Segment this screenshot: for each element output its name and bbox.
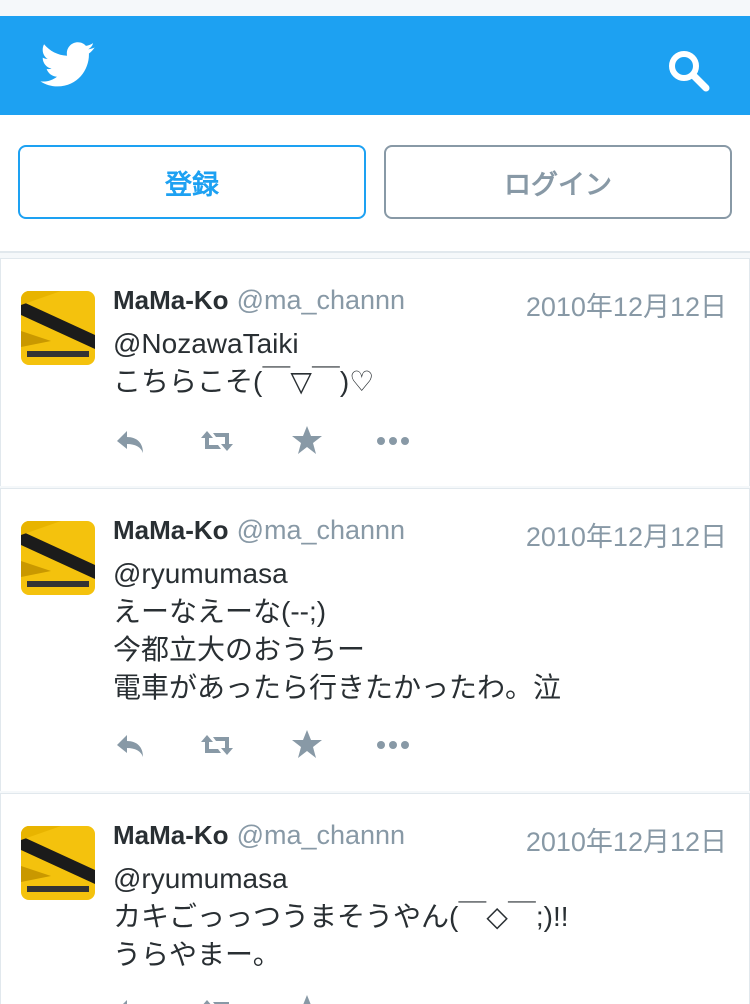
- favorite-star-icon[interactable]: [289, 423, 325, 459]
- tweet-line[interactable]: @NozawaTaiki: [113, 325, 729, 363]
- tweet-date[interactable]: 2010年12月12日: [526, 820, 727, 859]
- tweet-text: @ryumumasa えーなえーな(--;) 今都立大のおうちー 電車があったら…: [113, 555, 729, 707]
- retweet-icon[interactable]: [199, 992, 235, 1004]
- tweet-line: うらやまー。: [113, 939, 281, 970]
- retweet-icon[interactable]: [199, 423, 235, 459]
- reply-icon[interactable]: [113, 423, 149, 459]
- tweet-actions: [113, 992, 433, 1004]
- top-strip: [0, 0, 750, 16]
- reply-icon[interactable]: [113, 727, 149, 763]
- author-name[interactable]: MaMa-Ko: [113, 285, 229, 315]
- author-name[interactable]: MaMa-Ko: [113, 515, 229, 545]
- tweet-text: @NozawaTaiki こちらこそ(￣▽￣)♡: [113, 325, 729, 401]
- retweet-icon[interactable]: [199, 727, 235, 763]
- tweet-line: えーなえーな(--;): [113, 596, 327, 627]
- top-header: [0, 16, 750, 115]
- favorite-star-icon[interactable]: [289, 992, 325, 1004]
- tweet-line: 今都立大のおうちー: [113, 634, 366, 665]
- tweet-actions: [113, 423, 433, 463]
- avatar[interactable]: [21, 826, 95, 900]
- favorite-star-icon[interactable]: [289, 727, 325, 763]
- tweet-line[interactable]: @ryumumasa: [113, 860, 729, 898]
- auth-bar: 登録 ログイン: [0, 115, 750, 253]
- tweet-line[interactable]: @ryumumasa: [113, 555, 729, 593]
- avatar[interactable]: [21, 521, 95, 595]
- author-name[interactable]: MaMa-Ko: [113, 820, 229, 850]
- more-dots-icon[interactable]: [375, 423, 411, 459]
- tweet-line: 電車があったら行きたかったわ。泣: [113, 672, 562, 703]
- tweet-actions: [113, 727, 433, 767]
- tweet-timeline: MaMa-Ko @ma_channn 2010年12月12日 @NozawaTai…: [0, 258, 750, 1004]
- tweet-header: MaMa-Ko @ma_channn 2010年12月12日: [113, 515, 729, 555]
- tweet-text: @ryumumasa カキごっっつうまそうやん(￣◇￣;)!! うらやまー。: [113, 860, 729, 974]
- login-button[interactable]: ログイン: [384, 145, 732, 219]
- tweet-date[interactable]: 2010年12月12日: [526, 515, 727, 554]
- reply-icon[interactable]: [113, 992, 149, 1004]
- author-handle[interactable]: @ma_channn: [237, 820, 406, 850]
- tweet-line: カキごっっつうまそうやん(￣◇￣;)!!: [113, 901, 569, 932]
- signup-button[interactable]: 登録: [18, 145, 366, 219]
- twitter-bird-icon[interactable]: [40, 42, 96, 88]
- author-handle[interactable]: @ma_channn: [237, 285, 406, 315]
- avatar[interactable]: [21, 291, 95, 365]
- tweet-line: こちらこそ(￣▽￣)♡: [113, 366, 375, 397]
- search-icon[interactable]: [664, 46, 714, 96]
- tweet-header: MaMa-Ko @ma_channn 2010年12月12日: [113, 820, 729, 860]
- tweet-card[interactable]: MaMa-Ko @ma_channn 2010年12月12日 @ryumumasa…: [0, 793, 750, 1004]
- more-dots-icon[interactable]: [375, 727, 411, 763]
- author-handle[interactable]: @ma_channn: [237, 515, 406, 545]
- tweet-date[interactable]: 2010年12月12日: [526, 285, 727, 324]
- tweet-header: MaMa-Ko @ma_channn 2010年12月12日: [113, 285, 729, 325]
- more-dots-icon[interactable]: [375, 992, 411, 1004]
- tweet-card[interactable]: MaMa-Ko @ma_channn 2010年12月12日 @ryumumasa…: [0, 488, 750, 791]
- tweet-card[interactable]: MaMa-Ko @ma_channn 2010年12月12日 @NozawaTai…: [0, 258, 750, 486]
